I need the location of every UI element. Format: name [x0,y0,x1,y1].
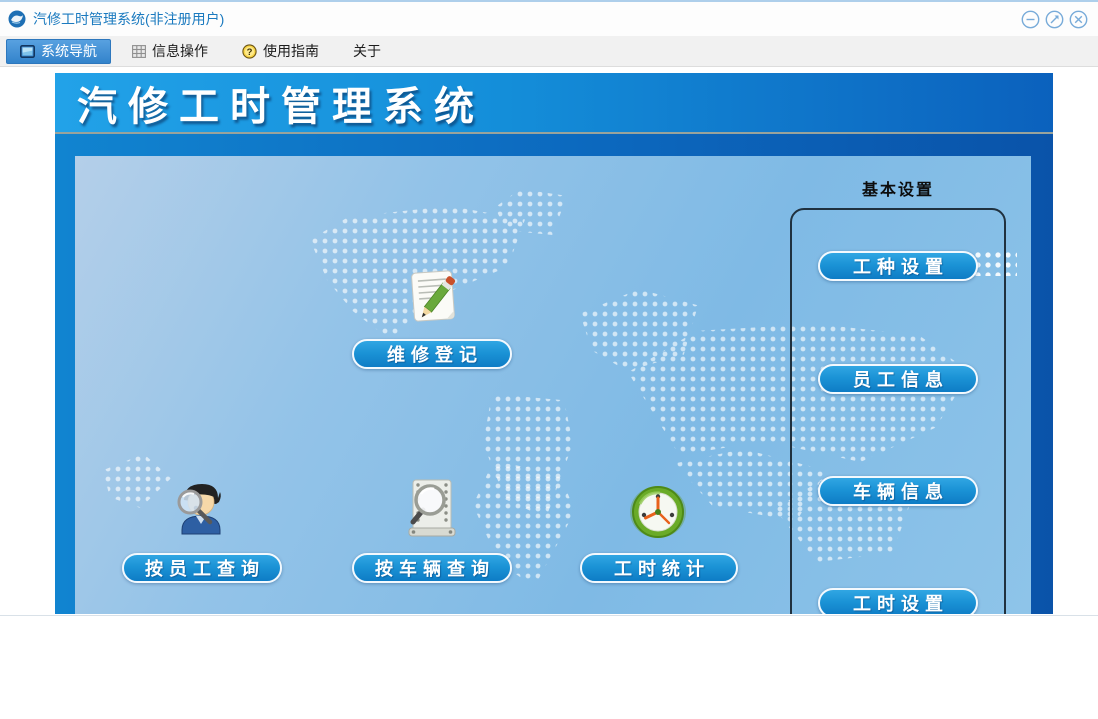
navigation-panel: 维修登记 按员工查询 按车辆查询 工时统计 基本设置 工种设置 员工信息 车辆信… [75,156,1031,614]
close-icon [1069,10,1088,28]
main-content: 汽修工时管理系统 维修登记 按员工查询 按车辆查询 工时统计 基本设置 工种设置… [0,67,1098,614]
tab-label: 系统导航 [41,43,97,59]
tab-about[interactable]: 关于 [340,39,394,64]
tab-label: 信息操作 [152,43,208,59]
world-map-dots [495,189,567,235]
work-hours-statistics-button[interactable]: 工时统计 [580,553,738,583]
minimize-button[interactable] [1021,10,1040,29]
clock-icon[interactable] [628,482,688,542]
minimize-icon [1021,10,1040,28]
notepad-pencil-icon[interactable] [403,266,463,328]
app-window: 汽修工时管理系统(非注册用户) 系统导航 信息操作 ? 使用指南 关于 汽修工时… [0,0,1098,616]
menubar: 系统导航 信息操作 ? 使用指南 关于 [0,36,1098,67]
repair-registration-button[interactable]: 维修登记 [352,339,512,369]
tab-user-guide[interactable]: ? 使用指南 [229,39,332,64]
svg-text:?: ? [247,46,253,57]
employee-info-button[interactable]: 员工信息 [818,364,978,394]
help-icon: ? [242,43,257,59]
grid-icon [132,44,146,58]
vehicle-search-icon[interactable] [401,476,463,540]
vehicle-info-button[interactable]: 车辆信息 [818,476,978,506]
maximize-icon [1045,10,1064,28]
tab-system-nav[interactable]: 系统导航 [6,38,111,64]
tab-label: 关于 [353,43,381,59]
work-hours-settings-button[interactable]: 工时设置 [818,588,978,614]
close-button[interactable] [1069,10,1088,29]
query-by-vehicle-button[interactable]: 按车辆查询 [352,553,512,583]
query-by-employee-button[interactable]: 按员工查询 [122,553,282,583]
monitor-icon [20,44,35,58]
window-title: 汽修工时管理系统(非注册用户) [33,11,225,27]
job-type-settings-button[interactable]: 工种设置 [818,251,978,281]
basic-settings-title: 基本设置 [861,182,934,199]
banner: 汽修工时管理系统 [55,73,1053,134]
maximize-button[interactable] [1045,10,1064,29]
employee-search-icon[interactable] [170,478,234,544]
tab-label: 使用指南 [263,43,319,59]
tab-info-operations[interactable]: 信息操作 [119,39,221,64]
app-logo-icon [8,10,26,28]
world-map-dots [103,454,171,508]
banner-title: 汽修工时管理系统 [77,84,485,129]
blue-frame: 维修登记 按员工查询 按车辆查询 工时统计 基本设置 工种设置 员工信息 车辆信… [55,134,1053,614]
titlebar: 汽修工时管理系统(非注册用户) [0,2,1098,36]
